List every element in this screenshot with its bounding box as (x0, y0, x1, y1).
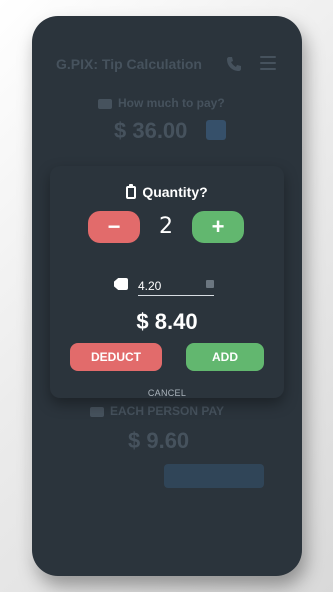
quantity-value: 2 (159, 214, 173, 239)
phone-frame: G.PIX: Tip Calculation How much to pay? … (32, 16, 302, 576)
clear-icon[interactable] (206, 280, 214, 288)
bill-amount: $ 36.00 (114, 118, 188, 143)
clipboard-icon (126, 184, 137, 199)
increase-quantity-button[interactable]: + (192, 211, 244, 243)
price-input[interactable] (138, 274, 214, 296)
tag-icon (114, 278, 128, 290)
quantity-dialog: Quantity? − 2 + $ 8.40 DEDUCT ADD CANCEL (50, 166, 284, 398)
phone-icon[interactable] (226, 56, 242, 72)
deduct-button[interactable]: DEDUCT (70, 343, 162, 371)
price-row (114, 274, 234, 296)
background-button[interactable] (164, 464, 264, 488)
each-person-amount: $ 9.60 (128, 428, 190, 453)
menu-icon[interactable] (260, 56, 276, 70)
money-icon (98, 98, 112, 109)
each-person-label: EACH PERSON PAY (90, 404, 224, 418)
app-title: G.PIX: Tip Calculation (56, 56, 202, 72)
cancel-button[interactable]: CANCEL (50, 388, 284, 398)
add-button[interactable]: ADD (186, 343, 264, 371)
money-icon (90, 406, 104, 417)
dialog-title: Quantity? (50, 184, 284, 200)
bill-label: How much to pay? (98, 96, 225, 110)
total-amount: $ 8.40 (136, 309, 198, 334)
bill-edit-button[interactable] (206, 120, 226, 140)
decrease-quantity-button[interactable]: − (88, 211, 140, 243)
